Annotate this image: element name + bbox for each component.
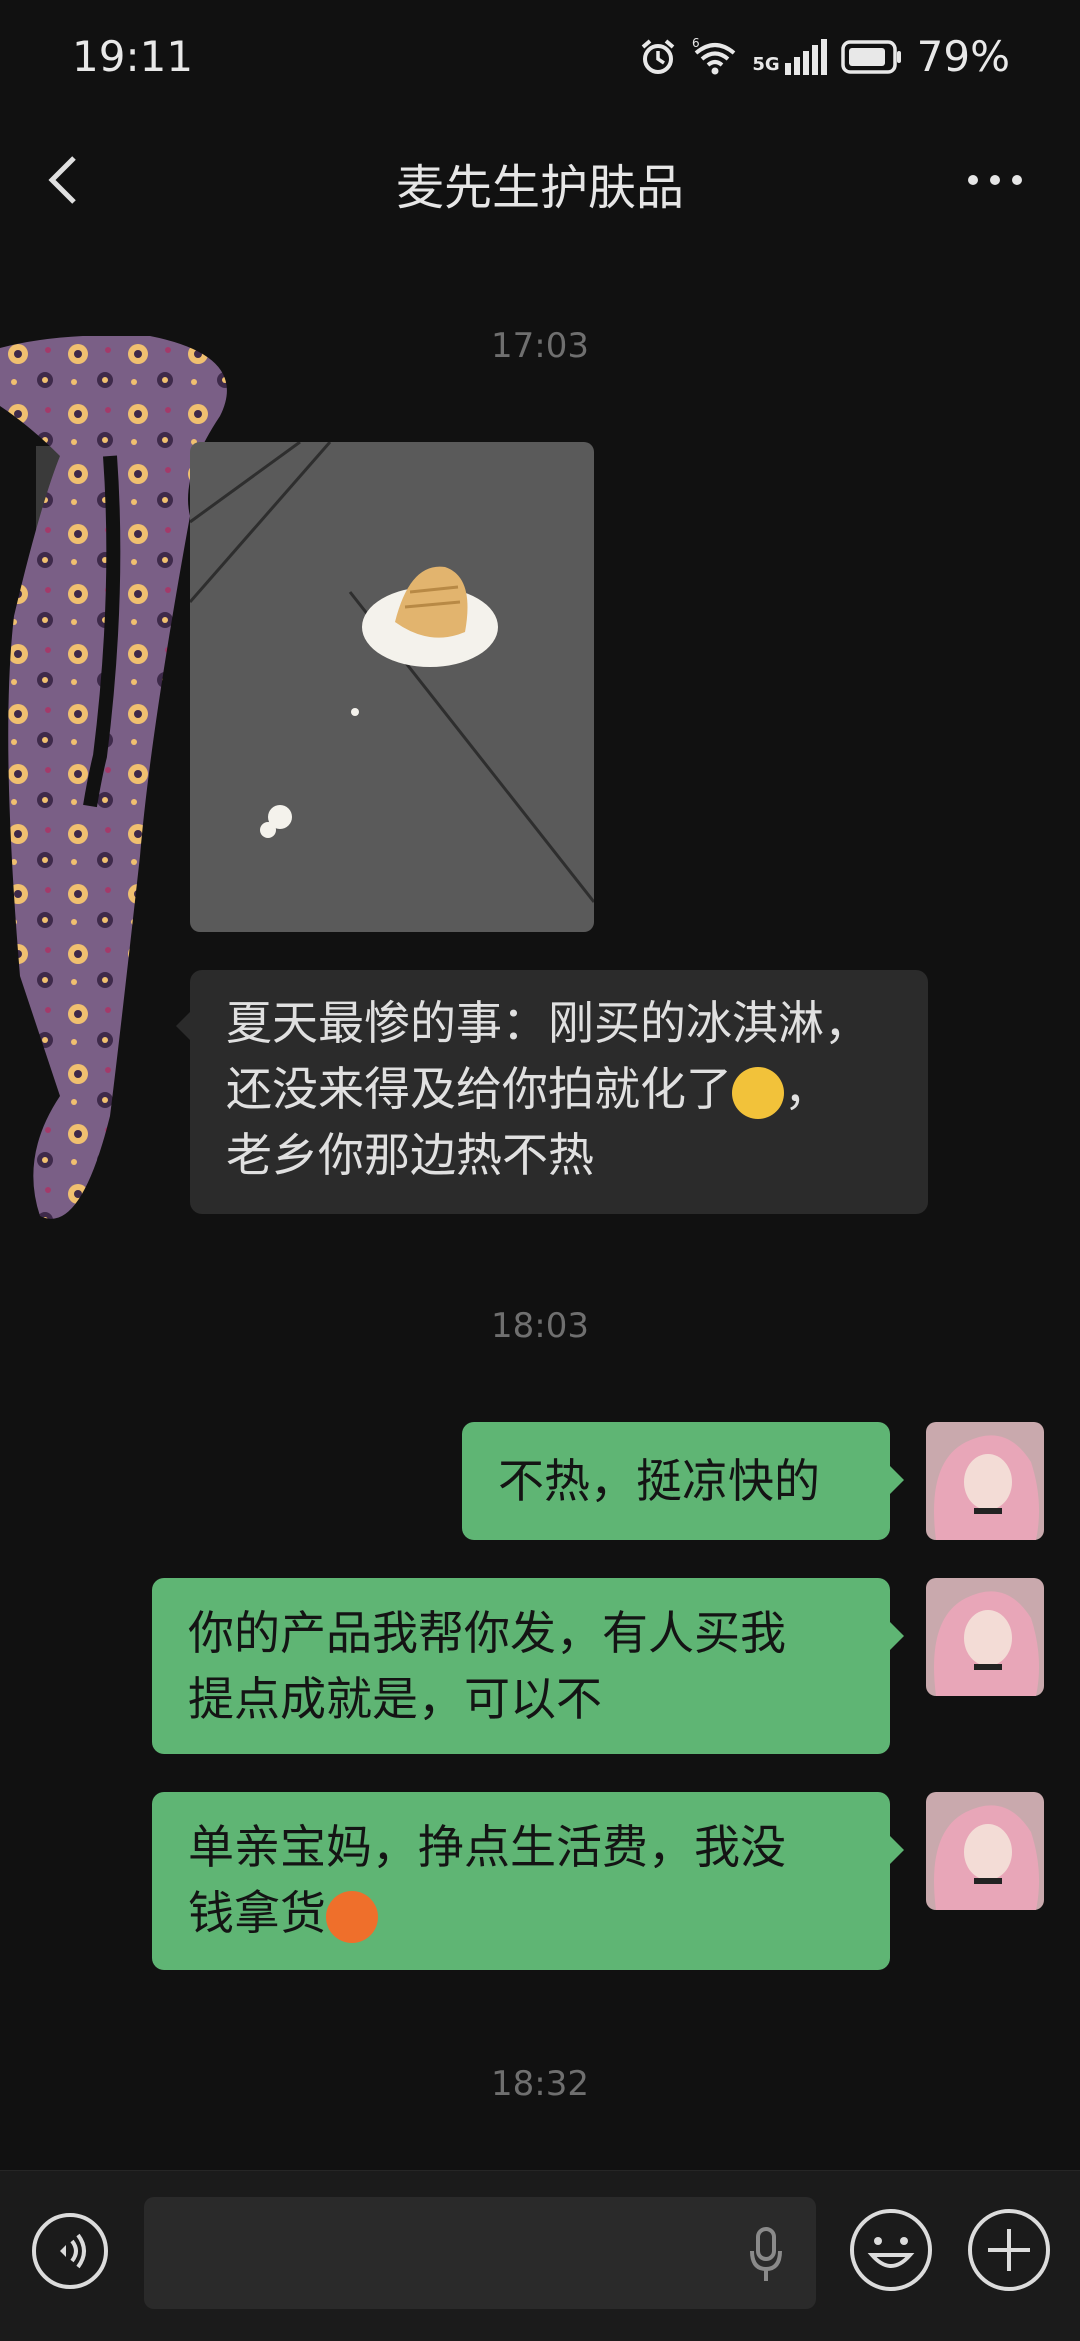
svg-text:6: 6	[692, 37, 700, 50]
message-line: 夏天最惨的事：刚买的冰淇淋，	[226, 996, 870, 1050]
plus-icon[interactable]	[966, 2207, 1052, 2293]
avatar[interactable]	[926, 1792, 1044, 1910]
chat-title: 麦先生护肤品	[395, 160, 684, 216]
bubble-tail	[890, 1622, 904, 1650]
message-line: 老乡你那边热不热	[226, 1128, 594, 1182]
bubble-tail	[890, 1466, 904, 1494]
status-icons: 6 5G 79%	[638, 32, 1010, 81]
outgoing-message[interactable]: 单亲宝妈，挣点生活费，我没 钱拿货	[152, 1792, 890, 1970]
timestamp: 18:03	[491, 1306, 589, 1346]
message-line: 单亲宝妈，挣点生活费，我没	[188, 1820, 786, 1874]
mic-icon[interactable]	[746, 2225, 786, 2285]
input-bar	[0, 2170, 1080, 2341]
avatar[interactable]	[926, 1578, 1044, 1696]
photo-message[interactable]	[190, 442, 594, 932]
voice-icon[interactable]	[30, 2211, 110, 2291]
sweat-emoji-icon	[326, 1890, 378, 1943]
timestamp: 18:32	[491, 2064, 589, 2104]
status-time: 19:11	[72, 32, 194, 81]
message-input[interactable]	[144, 2197, 816, 2309]
message-line: 提点成就是，可以不	[188, 1672, 602, 1726]
outgoing-message[interactable]: 不热，挺凉快的	[462, 1422, 890, 1540]
message-line: 还没来得及给你拍就化了，	[226, 1056, 892, 1122]
wifi-icon: 6	[692, 37, 736, 74]
emoji-icon[interactable]	[848, 2207, 934, 2293]
message-text: 不热，挺凉快的	[498, 1454, 820, 1508]
battery-icon	[840, 39, 901, 74]
outgoing-message[interactable]: 你的产品我帮你发，有人买我 提点成就是，可以不	[152, 1578, 890, 1754]
incoming-message[interactable]: 夏天最惨的事：刚买的冰淇淋， 还没来得及给你拍就化了， 老乡你那边热不热	[190, 970, 928, 1214]
alarm-icon	[642, 38, 675, 74]
signal-5g: 5G	[752, 38, 827, 75]
battery-percent: 79%	[916, 32, 1010, 81]
bubble-tail	[176, 1012, 190, 1040]
message-line: 钱拿货	[188, 1880, 854, 1946]
more-icon[interactable]	[968, 170, 1028, 190]
message-line: 你的产品我帮你发，有人买我	[188, 1606, 786, 1660]
network-label: 5G	[752, 53, 780, 75]
bubble-tail	[890, 1836, 904, 1864]
laugh-cry-emoji-icon	[732, 1066, 784, 1119]
avatar[interactable]	[926, 1422, 1044, 1540]
